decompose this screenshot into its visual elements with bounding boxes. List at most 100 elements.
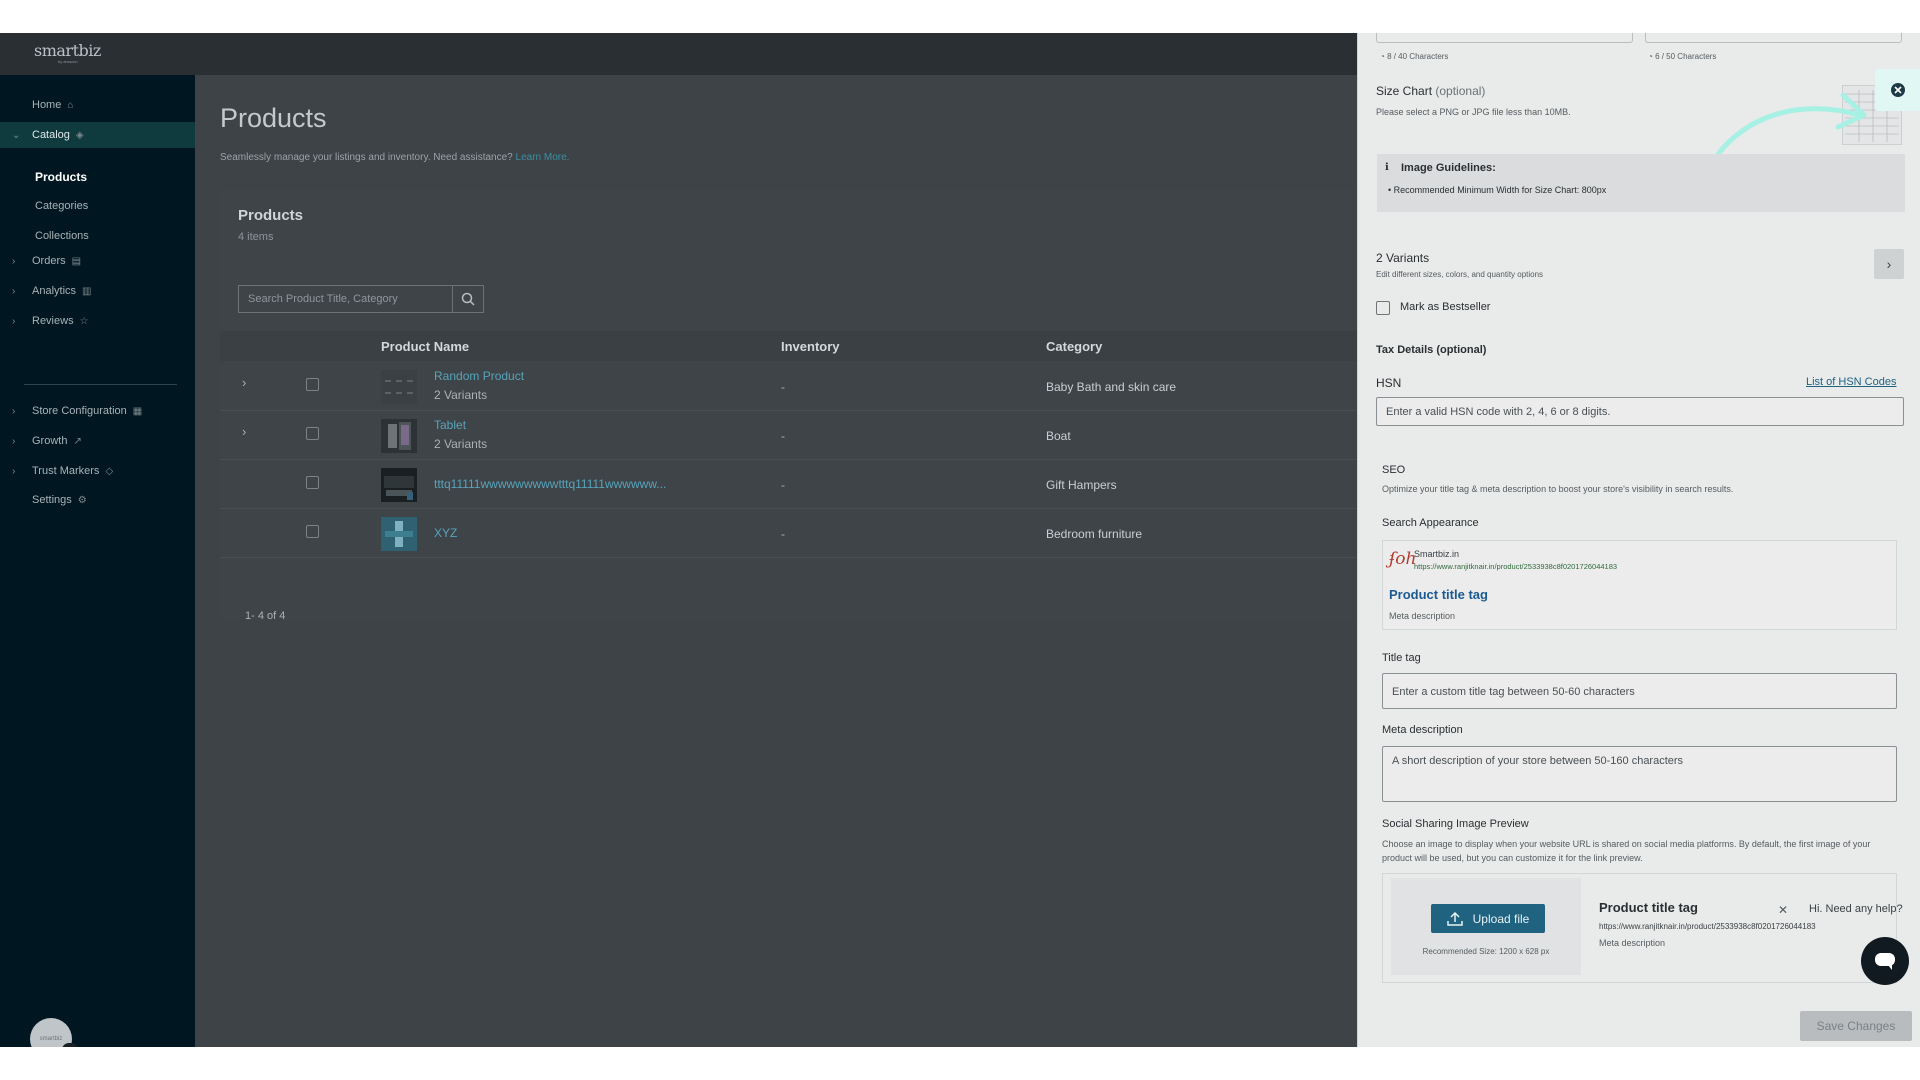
row-checkbox[interactable] bbox=[306, 378, 319, 391]
product-thumbnail bbox=[381, 370, 417, 404]
row-checkbox[interactable] bbox=[306, 427, 319, 440]
table-row[interactable]: › Tablet 2 Variants - Boat bbox=[220, 410, 1357, 460]
social-card-meta: Meta description bbox=[1599, 938, 1666, 948]
close-circle-icon[interactable] bbox=[1887, 79, 1909, 101]
row-checkbox[interactable] bbox=[306, 476, 319, 489]
chevron-right-icon: › bbox=[12, 315, 16, 327]
inventory-value: - bbox=[781, 478, 785, 492]
hsn-input[interactable]: Enter a valid HSN code with 2, 4, 6 or 8… bbox=[1376, 397, 1904, 426]
product-name-link[interactable]: tttq11111wwwwwwwwwtttq11111wwwwww... bbox=[434, 477, 666, 491]
chevron-right-icon: › bbox=[12, 255, 16, 267]
sidebar-item-home[interactable]: Home ⌂ bbox=[0, 92, 195, 118]
products-card: Products 4 items Product Name Inventory … bbox=[220, 190, 1357, 622]
site-favicon-icon: ʄoh bbox=[1389, 549, 1417, 569]
product-name-link[interactable]: Random Product bbox=[434, 369, 524, 383]
product-name-link[interactable]: XYZ bbox=[434, 526, 457, 540]
serp-url: https://www.ranjitknair.in/product/25339… bbox=[1414, 562, 1618, 571]
sidebar-item-settings[interactable]: Settings ⚙ bbox=[0, 487, 195, 513]
char-count-text: 6 / 50 Characters bbox=[1655, 52, 1717, 61]
sidebar-sub-products[interactable]: Products bbox=[35, 170, 87, 184]
sidebar-item-label: Home bbox=[32, 99, 62, 111]
category-value: Boat bbox=[1046, 429, 1071, 443]
trend-icon: ↗ bbox=[73, 435, 82, 447]
subtitle-input-fragment[interactable] bbox=[1645, 33, 1902, 43]
category-value: Baby Bath and skin care bbox=[1046, 380, 1177, 394]
close-tooltip-icon[interactable]: ✕ bbox=[1778, 903, 1788, 917]
sidebar-item-label: Catalog bbox=[32, 129, 70, 141]
upload-dropzone[interactable]: Upload file Recommended Size: 1200 x 628… bbox=[1391, 878, 1581, 975]
sidebar-item-trust-markers[interactable]: › Trust Markers ◇ bbox=[0, 458, 195, 484]
image-guidelines-box: ℹ Image Guidelines: • Recommended Minimu… bbox=[1377, 154, 1905, 212]
name-input-fragment[interactable] bbox=[1376, 33, 1633, 43]
chevron-right-icon: › bbox=[1886, 256, 1892, 272]
table-row[interactable]: › Random Product 2 Variants - Baby Bath … bbox=[220, 361, 1357, 411]
column-header[interactable]: Category bbox=[1046, 339, 1102, 354]
column-header[interactable]: Inventory bbox=[781, 339, 840, 354]
row-checkbox[interactable] bbox=[306, 525, 319, 538]
column-header[interactable]: Product Name bbox=[381, 339, 469, 354]
search-input[interactable] bbox=[239, 286, 452, 312]
pagination-info: 1- 4 of 4 bbox=[245, 610, 286, 622]
product-name-link[interactable]: Tablet bbox=[434, 418, 466, 432]
product-variants: 2 Variants bbox=[434, 437, 488, 451]
star-icon: ☆ bbox=[79, 315, 89, 327]
info-icon: ℹ bbox=[1385, 162, 1389, 173]
bestseller-label: Mark as Bestseller bbox=[1400, 301, 1491, 313]
sidebar-item-store-configuration[interactable]: › Store Configuration ▦ bbox=[0, 398, 195, 424]
meta-description-label: Meta description bbox=[1382, 724, 1463, 736]
save-changes-button[interactable]: Save Changes bbox=[1800, 1011, 1912, 1041]
size-chart-label: Size Chart (optional) bbox=[1376, 84, 1485, 98]
serp-title: Product title tag bbox=[1389, 587, 1488, 602]
chat-button[interactable] bbox=[1861, 937, 1909, 985]
bar-chart-icon: ▥ bbox=[82, 285, 92, 297]
page-description-text: Seamlessly manage your listings and inve… bbox=[220, 152, 513, 163]
sidebar-item-label: Trust Markers bbox=[32, 465, 100, 477]
chat-bubble-icon bbox=[1875, 953, 1895, 970]
expand-chevron-icon[interactable]: › bbox=[242, 375, 246, 390]
upload-file-button[interactable]: Upload file bbox=[1431, 904, 1545, 933]
gear-icon: ⚙ bbox=[77, 494, 87, 506]
card-title: Products bbox=[238, 207, 304, 224]
chevron-right-icon: › bbox=[12, 405, 16, 417]
smartbiz-logo[interactable]: smartbiz bbox=[34, 41, 101, 60]
sidebar-item-analytics[interactable]: › Analytics ▥ bbox=[0, 278, 195, 304]
product-variants: 2 Variants bbox=[434, 388, 488, 402]
category-value: Bedroom furniture bbox=[1046, 527, 1143, 541]
remove-image-highlight[interactable] bbox=[1875, 69, 1920, 111]
table-row[interactable]: tttq11111wwwwwwwwwtttq11111wwwwww... - G… bbox=[220, 459, 1357, 509]
bestseller-checkbox[interactable] bbox=[1376, 301, 1390, 315]
expand-chevron-icon[interactable]: › bbox=[242, 424, 246, 439]
tablet-image-icon bbox=[388, 422, 411, 450]
category-value: Gift Hampers bbox=[1046, 478, 1117, 492]
edit-product-panel: ◔ 8 / 40 Characters ◔ 6 / 50 Characters … bbox=[1357, 33, 1920, 1047]
home-icon: ⌂ bbox=[67, 99, 74, 111]
variants-next-button[interactable]: › bbox=[1874, 249, 1904, 279]
guideline-item-text: Recommended Minimum Width for Size Chart… bbox=[1393, 185, 1607, 195]
learn-more-link[interactable]: Learn More. bbox=[516, 152, 570, 163]
sidebar-item-label: Reviews bbox=[32, 315, 74, 327]
meta-description-input[interactable]: A short description of your store betwee… bbox=[1382, 746, 1897, 802]
store-icon: ▦ bbox=[132, 405, 143, 417]
sidebar-sub-categories[interactable]: Categories bbox=[35, 200, 88, 212]
search-box bbox=[238, 285, 484, 313]
sidebar-item-reviews[interactable]: › Reviews ☆ bbox=[0, 308, 195, 334]
hsn-codes-link[interactable]: List of HSN Codes bbox=[1806, 376, 1896, 388]
seo-title: SEO bbox=[1382, 464, 1406, 476]
optional-tag: (optional) bbox=[1435, 84, 1486, 98]
app-root: smartbiz by amazon Home ⌂ ⌄ Catalog ◈ Pr… bbox=[0, 33, 1920, 1047]
sidebar-sub-collections[interactable]: Collections bbox=[35, 230, 89, 242]
social-card-title: Product title tag bbox=[1599, 900, 1698, 915]
search-button[interactable] bbox=[452, 286, 483, 312]
sidebar-item-label: Growth bbox=[32, 435, 68, 447]
tax-details-title: Tax Details (optional) bbox=[1376, 344, 1487, 356]
sidebar-item-catalog[interactable]: ⌄ Catalog ◈ bbox=[0, 122, 195, 148]
table-row[interactable]: XYZ - Bedroom furniture bbox=[220, 508, 1357, 558]
sidebar-item-orders[interactable]: › Orders ▤ bbox=[0, 248, 195, 274]
social-sharing-title: Social Sharing Image Preview bbox=[1382, 818, 1529, 830]
title-tag-input[interactable]: Enter a custom title tag between 50-60 c… bbox=[1382, 673, 1897, 709]
char-count-text: 8 / 40 Characters bbox=[1387, 52, 1449, 61]
clipboard-icon: ▤ bbox=[71, 255, 82, 267]
placeholder-image-icon bbox=[385, 380, 413, 394]
logo-subtitle: by amazon bbox=[58, 59, 78, 64]
sidebar-item-growth[interactable]: › Growth ↗ bbox=[0, 428, 195, 454]
